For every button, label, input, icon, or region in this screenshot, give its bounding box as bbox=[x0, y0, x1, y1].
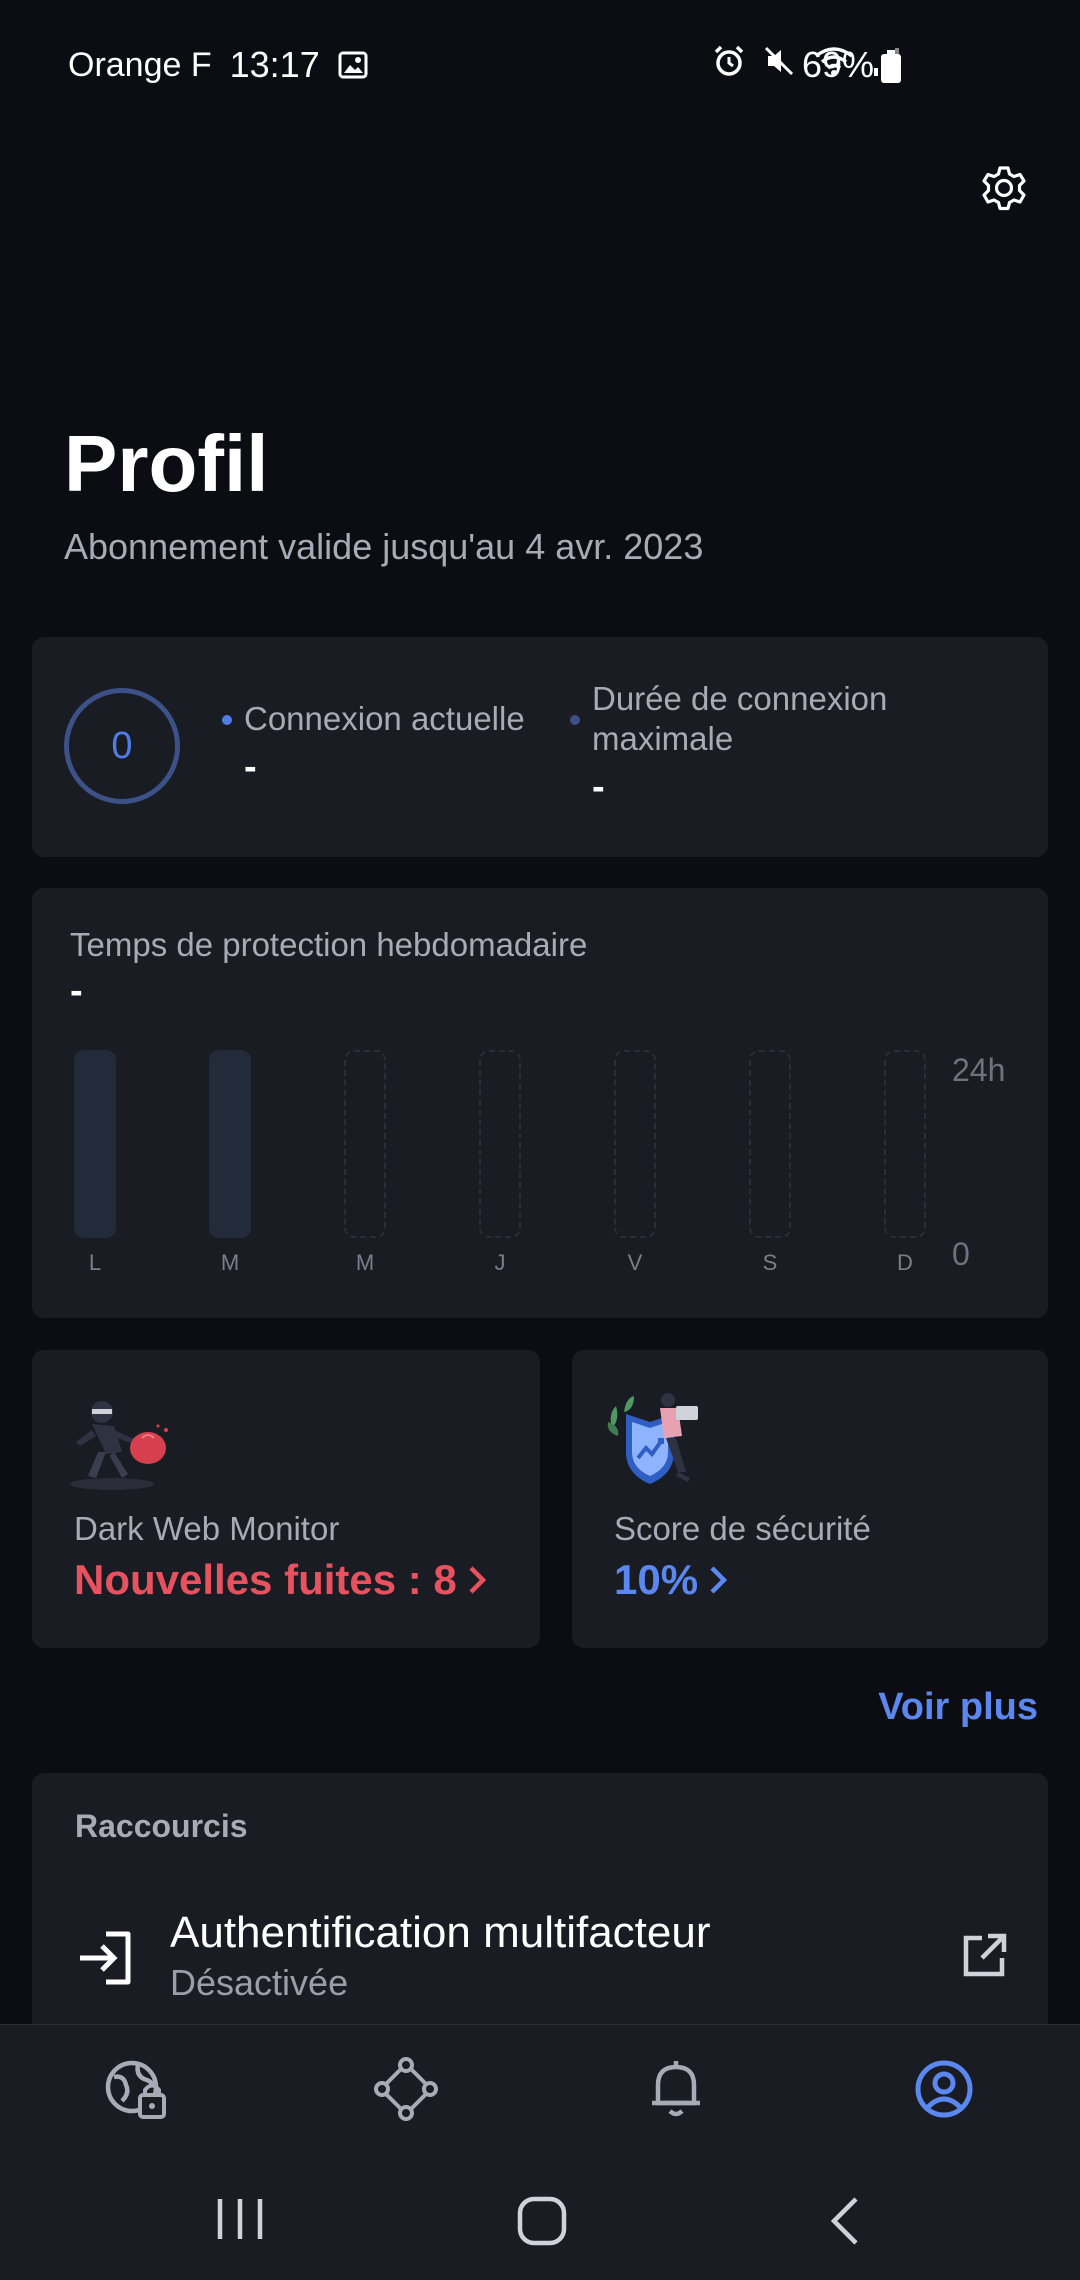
thief-illustration-icon bbox=[70, 1401, 168, 1490]
new-leaks-value: Nouvelles fuites : 8 bbox=[74, 1556, 457, 1603]
security-score-label: Score de sécurité bbox=[614, 1510, 871, 1547]
status-time: 13:17 bbox=[229, 44, 320, 85]
day-label: S bbox=[762, 1250, 778, 1275]
weekly-protection-value: - bbox=[70, 970, 83, 1012]
day-bar-monday bbox=[74, 1050, 116, 1238]
status-bar: Orange F 13:17 69% bbox=[0, 0, 1080, 140]
connection-card bbox=[32, 637, 1048, 857]
weekly-protection-title: Temps de protection hebdomadaire bbox=[70, 926, 588, 963]
shield-illustration-icon bbox=[607, 1393, 698, 1484]
globe-lock-icon[interactable] bbox=[104, 2057, 168, 2121]
security-score-value: 10% bbox=[614, 1556, 699, 1603]
current-connection-label: Connexion actuelle bbox=[244, 700, 525, 737]
day-bar-friday bbox=[614, 1050, 656, 1238]
mfa-shortcut-status: Désactivée bbox=[170, 1962, 349, 2003]
back-icon[interactable] bbox=[826, 2195, 862, 2247]
current-connection-dot bbox=[222, 715, 232, 725]
axis-bottom-label: 0 bbox=[952, 1236, 970, 1272]
subscription-validity: Abonnement valide jusqu'au 4 avr. 2023 bbox=[64, 526, 704, 567]
max-duration-label-line1: Durée de connexion bbox=[592, 680, 888, 717]
recent-apps-icon[interactable] bbox=[214, 2195, 266, 2243]
battery-percent: 69% bbox=[802, 44, 875, 85]
home-icon[interactable] bbox=[516, 2195, 568, 2247]
external-link-icon[interactable] bbox=[960, 1932, 1008, 1980]
page-title: Profil bbox=[64, 419, 269, 508]
connection-count: 0 bbox=[111, 724, 133, 767]
new-leaks-link[interactable]: Nouvelles fuites : 8 bbox=[74, 1556, 489, 1604]
day-label: D bbox=[897, 1250, 913, 1275]
connection-count-ring: 0 bbox=[64, 688, 180, 804]
status-left: Orange F 13:17 bbox=[68, 44, 368, 86]
axis-top-label: 24h bbox=[952, 1052, 1006, 1088]
current-connection-value: - bbox=[244, 746, 257, 788]
security-score-link[interactable]: 10% bbox=[614, 1556, 730, 1604]
day-label: M bbox=[220, 1250, 240, 1275]
bell-icon[interactable] bbox=[644, 2057, 708, 2121]
battery-icon bbox=[881, 50, 901, 83]
max-duration-value: - bbox=[592, 766, 605, 808]
mfa-shortcut-title[interactable]: Authentification multifacteur bbox=[170, 1908, 711, 1958]
mute-icon bbox=[764, 46, 794, 76]
day-bar-wednesday bbox=[344, 1050, 386, 1238]
day-label: L bbox=[88, 1250, 102, 1275]
day-label: J bbox=[494, 1250, 506, 1275]
day-bar-sunday bbox=[884, 1050, 926, 1238]
bottom-navigation bbox=[0, 2024, 1080, 2280]
login-arrow-icon[interactable] bbox=[76, 1928, 136, 1988]
network-nodes-icon[interactable] bbox=[374, 2057, 438, 2121]
day-label: M bbox=[355, 1250, 375, 1275]
day-bar-saturday bbox=[749, 1050, 791, 1238]
profile-user-icon[interactable] bbox=[912, 2057, 976, 2121]
dark-web-monitor-label: Dark Web Monitor bbox=[74, 1510, 340, 1547]
day-label: V bbox=[627, 1250, 643, 1275]
image-icon bbox=[338, 51, 368, 79]
settings-gear-icon[interactable] bbox=[976, 160, 1032, 216]
see-more-link[interactable]: Voir plus bbox=[878, 1686, 1038, 1729]
day-bar-tuesday bbox=[209, 1050, 251, 1238]
chevron-right-icon bbox=[710, 1566, 728, 1594]
carrier-name: Orange F bbox=[68, 45, 212, 84]
max-duration-dot bbox=[570, 715, 580, 725]
day-bar-thursday bbox=[479, 1050, 521, 1238]
max-duration-label-line2: maximale bbox=[592, 720, 734, 757]
shortcuts-title: Raccourcis bbox=[75, 1808, 248, 1844]
alarm-icon bbox=[714, 45, 744, 76]
chevron-right-icon bbox=[469, 1566, 486, 1594]
